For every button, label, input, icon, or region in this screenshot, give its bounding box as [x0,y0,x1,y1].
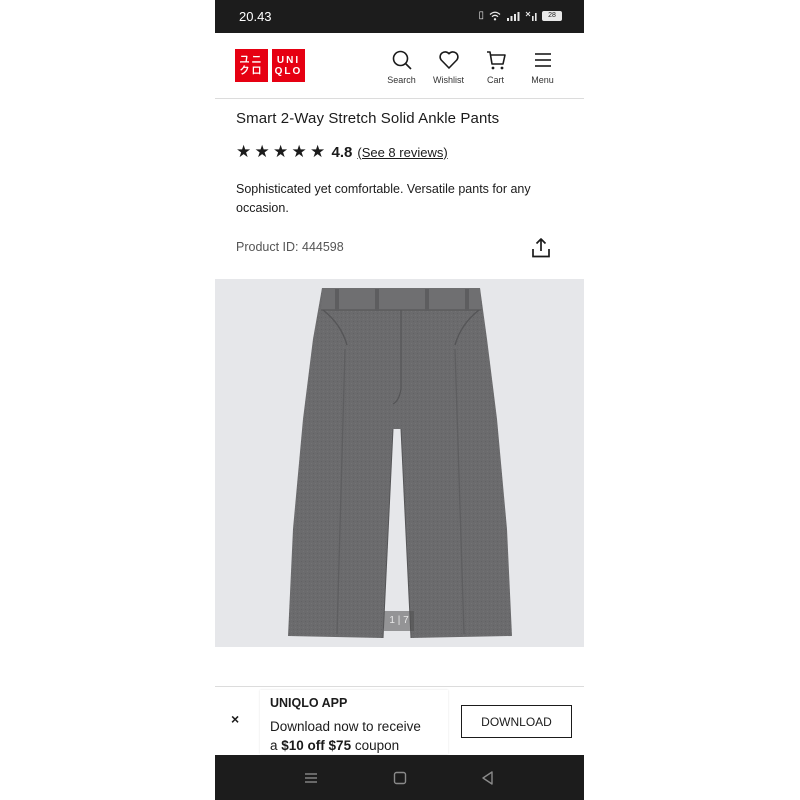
search-icon [392,50,412,70]
app-download-banner: × UNIQLO APP Download now to receive a $… [215,686,584,755]
cart-icon [486,51,506,70]
star-icon: ★ [236,142,252,161]
product-description: Sophisticated yet comfortable. Versatile… [236,182,531,215]
nav-wishlist-label: Wishlist [433,75,464,85]
logo-katakana: ユニ クロ [235,49,268,82]
product-id: Product ID: 444598 [236,240,344,254]
vibrate-icon: ▯ [478,10,484,21]
see-reviews-link[interactable]: (See 8 reviews) [357,145,447,160]
star-icon: ★ [291,142,307,161]
signal-none-icon [525,11,537,21]
status-icons: ▯ 28 [478,10,562,21]
battery-icon: 28 [542,10,562,21]
logo-latin: UNI QLO [272,49,305,82]
banner-text-line1: Download now to receive [270,719,421,734]
site-header: ユニ クロ UNI QLO Search Wishlist Cart Menu [215,33,584,99]
status-time: 20.43 [239,9,272,24]
close-banner-button[interactable]: × [231,711,239,727]
nav-menu-label: Menu [531,75,554,85]
nav-wishlist[interactable]: Wishlist [425,49,472,85]
star-icon: ★ [273,142,289,161]
status-bar: 20.43 ▯ 28 [215,0,584,33]
star-icon: ★ [254,142,270,161]
nav-cart[interactable]: Cart [472,49,519,85]
rating-value: 4.8 [331,143,353,161]
share-icon[interactable] [529,236,553,260]
download-button[interactable]: DOWNLOAD [461,705,572,738]
system-nav-bar [215,755,584,800]
banner-text: Download now to receive a $10 off $75 co… [270,717,450,755]
banner-text-prefix: a [270,738,282,753]
heart-icon [438,51,459,69]
star-icon: ★ [310,142,326,161]
rating-stars: ★ ★ ★ ★ ★ [236,143,329,161]
phone-screen: 20.43 ▯ 28 ユニ クロ UNI QLO Search Wishlist… [215,0,584,800]
product-title: Smart 2-Way Stretch Solid Ankle Pants [236,110,500,127]
back-icon[interactable] [478,768,498,788]
nav-cart-label: Cart [486,75,504,85]
product-image[interactable]: 1 | 7 [215,279,584,647]
banner-title: UNIQLO APP [270,696,348,710]
banner-text-suffix: coupon [351,738,400,753]
nav-menu[interactable]: Menu [519,49,566,85]
home-icon[interactable] [390,768,410,788]
menu-icon [534,53,551,67]
banner-threshold: $75 [328,738,352,753]
recents-icon[interactable] [301,768,321,788]
pants-illustration [288,288,512,639]
nav-search[interactable]: Search [378,49,425,85]
banner-card: UNIQLO APP Download now to receive a $10… [260,690,448,754]
nav-search-label: Search [387,75,416,85]
signal-icon [507,11,520,21]
image-counter: 1 | 7 [384,611,414,631]
product-rating: ★ ★ ★ ★ ★ 4.8 (See 8 reviews) [236,143,448,161]
header-nav: Search Wishlist Cart Menu [378,49,566,85]
wifi-icon [489,11,501,20]
banner-discount: $10 off [281,738,325,753]
uniqlo-logo[interactable]: ユニ クロ UNI QLO [235,49,305,82]
